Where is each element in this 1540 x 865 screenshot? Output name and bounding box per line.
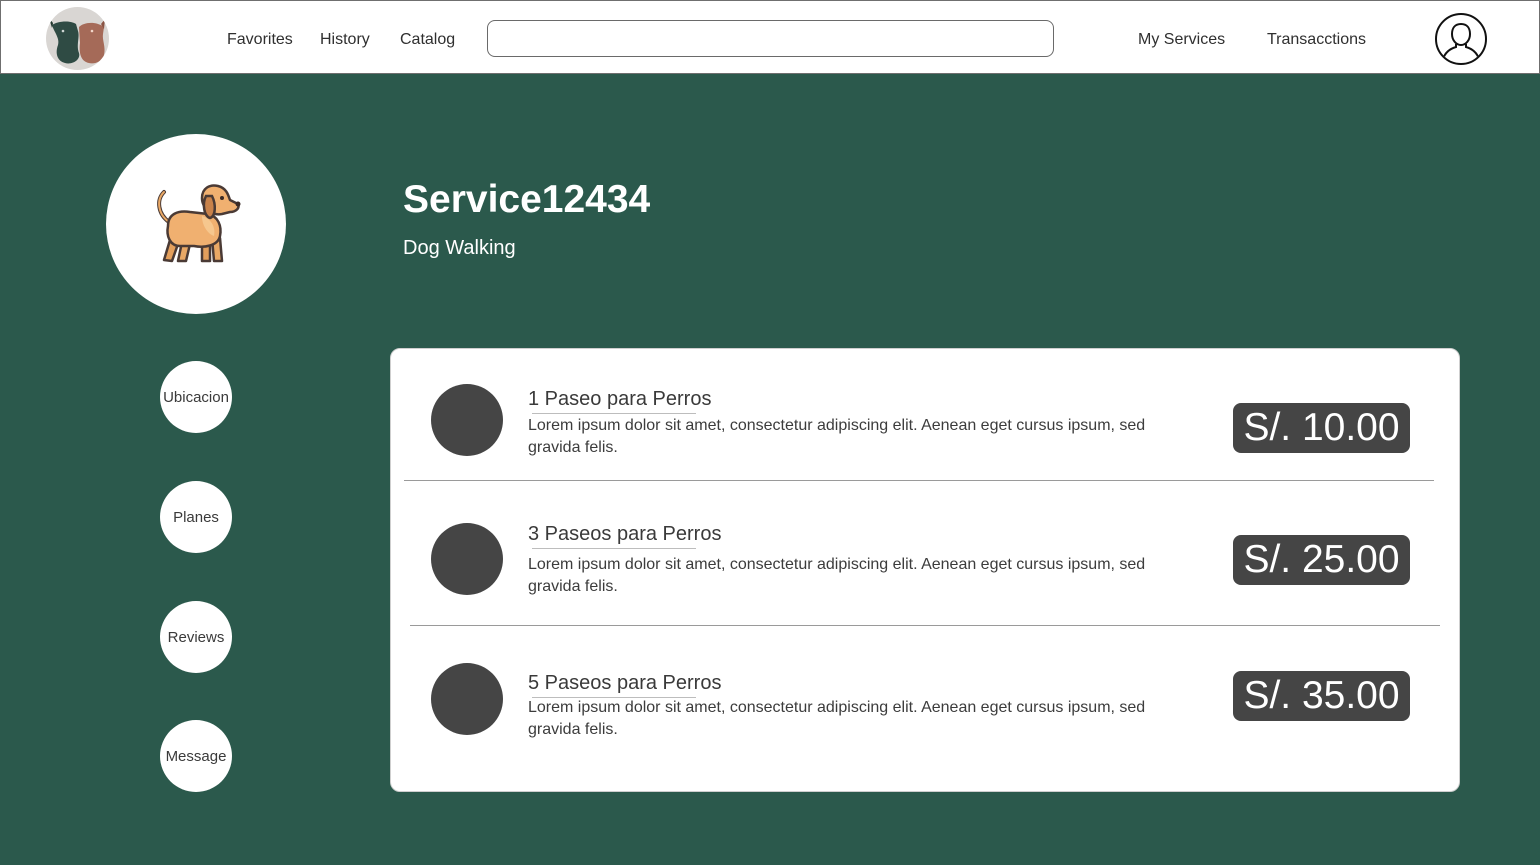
nav-catalog[interactable]: Catalog [400,31,455,49]
plan-description: Lorem ipsum dolor sit amet, consectetur … [528,556,1146,595]
plan-price-button[interactable]: S/. 10.00 [1233,403,1410,453]
plan-name[interactable]: 1 Paseo para Perros [528,388,711,413]
nav-history[interactable]: History [320,31,370,49]
plan-price-button[interactable]: S/. 35.00 [1233,671,1410,721]
nav-favorites[interactable]: Favorites [227,31,293,49]
plan-name-underline [532,548,696,549]
plan-description: Lorem ipsum dolor sit amet, consectetur … [528,417,1146,456]
planes-button[interactable]: Planes [160,481,232,553]
plans-card: 1 Paseo para Perros Lorem ipsum dolor si… [390,348,1460,792]
plan-thumbnail [431,523,503,595]
plan-divider [404,480,1434,481]
dogs-logo-icon[interactable] [46,7,109,70]
service-title: Service12434 [403,178,651,221]
user-avatar-icon[interactable] [1435,13,1487,65]
plan-divider [410,625,1440,626]
message-button[interactable]: Message [160,720,232,792]
plan-name-underline [532,413,696,414]
plan-thumbnail [431,663,503,735]
search-input[interactable] [487,20,1054,57]
service-image [106,134,286,314]
ubicacion-button[interactable]: Ubicacion [160,361,232,433]
reviews-button[interactable]: Reviews [160,601,232,673]
plan-name[interactable]: 5 Paseos para Perros [528,672,721,697]
plan-description: Lorem ipsum dolor sit amet, consectetur … [528,699,1146,738]
dog-icon [157,184,241,263]
nav-my-services[interactable]: My Services [1138,31,1225,49]
plan-thumbnail [431,384,503,456]
top-navigation-bar: Favorites History Catalog My Services Tr… [0,0,1540,74]
plan-name[interactable]: 3 Paseos para Perros [528,523,721,548]
service-subtitle: Dog Walking [403,237,516,259]
plan-price-button[interactable]: S/. 25.00 [1233,535,1410,585]
nav-transactions[interactable]: Transacctions [1267,31,1366,49]
